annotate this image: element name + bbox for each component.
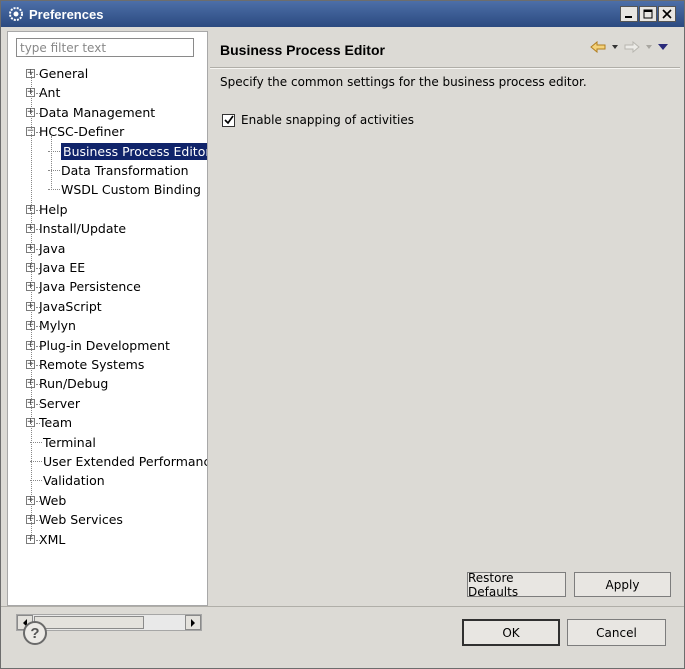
tree-item[interactable]: + Java Persistence — [26, 277, 141, 296]
scroll-thumb[interactable] — [34, 616, 144, 629]
snapping-option[interactable]: Enable snapping of activities — [222, 113, 414, 127]
tree-item-label: Java — [39, 240, 66, 256]
tree-item[interactable]: + Data Management — [26, 103, 155, 122]
snapping-checkbox-label: Enable snapping of activities — [241, 113, 414, 127]
window-controls — [619, 6, 676, 22]
tree-item-label: XML — [39, 531, 66, 547]
tree-connector — [48, 189, 60, 191]
tree-connector — [48, 170, 60, 171]
tree-item[interactable]: + Run/Debug — [26, 374, 108, 393]
tree-item-label: WSDL Custom Binding — [61, 182, 201, 198]
close-icon — [662, 9, 672, 19]
tree-item-label: Java EE — [39, 260, 86, 275]
tree-item[interactable]: Terminal — [26, 433, 96, 452]
tree-item[interactable]: + Team — [26, 413, 72, 432]
tree-item-label: Plug-in Development — [39, 337, 170, 353]
tree-item-label: Terminal — [43, 434, 96, 450]
apply-button[interactable]: Apply — [574, 572, 671, 597]
filter-input[interactable] — [16, 38, 194, 57]
minimize-icon — [625, 16, 632, 18]
tree-child-item[interactable]: Data Transformation — [48, 161, 189, 180]
view-menu-icon[interactable] — [658, 44, 668, 50]
tree-connector — [48, 150, 60, 152]
tree-item[interactable]: + General — [26, 64, 88, 83]
tree-item[interactable]: + Web — [26, 491, 66, 510]
back-arrow-icon[interactable] — [590, 41, 606, 53]
tree-item[interactable]: + Server — [26, 394, 80, 413]
tree-item[interactable]: + JavaScript — [26, 297, 102, 316]
tree-item[interactable]: + Java EE — [26, 258, 85, 277]
preference-tree-pane: +General+Ant+Data Management−HCSC-Define… — [7, 31, 208, 631]
tree-guide-line — [31, 73, 32, 539]
tree-item-label: Data Management — [39, 104, 156, 120]
tree-item-label: General — [39, 66, 89, 81]
maximize-icon — [643, 9, 653, 19]
tree-item-label: Help — [39, 201, 68, 217]
tree-item-label: Web Services — [39, 512, 123, 528]
restore-defaults-button[interactable]: Restore Defaults — [467, 571, 566, 599]
tree-item-label: Run/Debug — [39, 376, 109, 392]
tree-item-label: Mylyn — [39, 318, 76, 334]
help-icon[interactable]: ? — [23, 621, 47, 645]
checkmark-icon — [223, 115, 234, 125]
tree-child-item[interactable]: WSDL Custom Binding — [48, 180, 201, 199]
preference-tree: + General + Ant + Data Management − HCSC-Define… — [8, 64, 207, 584]
preferences-gear-icon — [7, 5, 25, 23]
tree-child-item[interactable]: Business Process Editor — [48, 142, 207, 161]
tree-item-label: JavaScript — [39, 298, 102, 314]
tree-item[interactable]: User Extended Performance — [26, 452, 207, 471]
preference-page: Business Process Editor Specify the comm… — [208, 31, 680, 606]
tree-child-guide-line — [51, 136, 52, 191]
ok-button[interactable]: OK — [462, 619, 560, 646]
tree-item-label: Data Transformation — [61, 163, 189, 178]
tree-item-label: Java Persistence — [39, 279, 141, 295]
button-bar-separator — [1, 606, 684, 607]
cancel-button[interactable]: Cancel — [567, 619, 666, 646]
tree-item[interactable]: + Plug-in Development — [26, 336, 170, 355]
tree-item-label: Web — [39, 492, 67, 508]
tree-item[interactable]: + Install/Update — [26, 219, 126, 238]
tree-item-label: Business Process Editor — [61, 142, 207, 160]
title-separator — [210, 67, 680, 69]
scroll-right-button[interactable] — [185, 615, 201, 630]
forward-dropdown-icon[interactable] — [646, 45, 652, 49]
tree-item[interactable]: + Help — [26, 200, 68, 219]
tree-item[interactable]: + Mylyn — [26, 316, 76, 335]
minimize-button[interactable] — [620, 6, 638, 22]
back-dropdown-icon[interactable] — [612, 45, 618, 49]
tree-item-label: Server — [39, 395, 80, 411]
title-bar[interactable]: Preferences — [1, 1, 684, 27]
tree-item[interactable]: Validation — [26, 471, 105, 490]
forward-arrow-icon[interactable] — [624, 41, 640, 53]
scroll-right-icon — [191, 618, 195, 627]
tree-item-label: Validation — [43, 473, 105, 489]
page-navigation — [584, 41, 668, 53]
snapping-checkbox[interactable] — [222, 113, 235, 127]
tree-item-label: Remote Systems — [39, 357, 145, 372]
preferences-window: Preferences +General+Ant+Data Management… — [0, 0, 685, 669]
tree-item[interactable]: + Remote Systems — [26, 355, 144, 374]
close-button[interactable] — [658, 6, 676, 22]
tree-item-label: Team — [39, 415, 73, 431]
tree-item-label: User Extended Performance — [43, 454, 207, 469]
tree-item-label: Ant — [39, 85, 61, 101]
maximize-button[interactable] — [639, 6, 657, 22]
tree-item[interactable]: + Web Services — [26, 510, 123, 529]
page-description: Specify the common settings for the busi… — [220, 75, 587, 89]
window-title: Preferences — [29, 6, 104, 22]
tree-item-label: Install/Update — [39, 221, 127, 237]
page-title: Business Process Editor — [220, 42, 385, 58]
tree-item[interactable]: − HCSC-Definer — [26, 122, 124, 141]
